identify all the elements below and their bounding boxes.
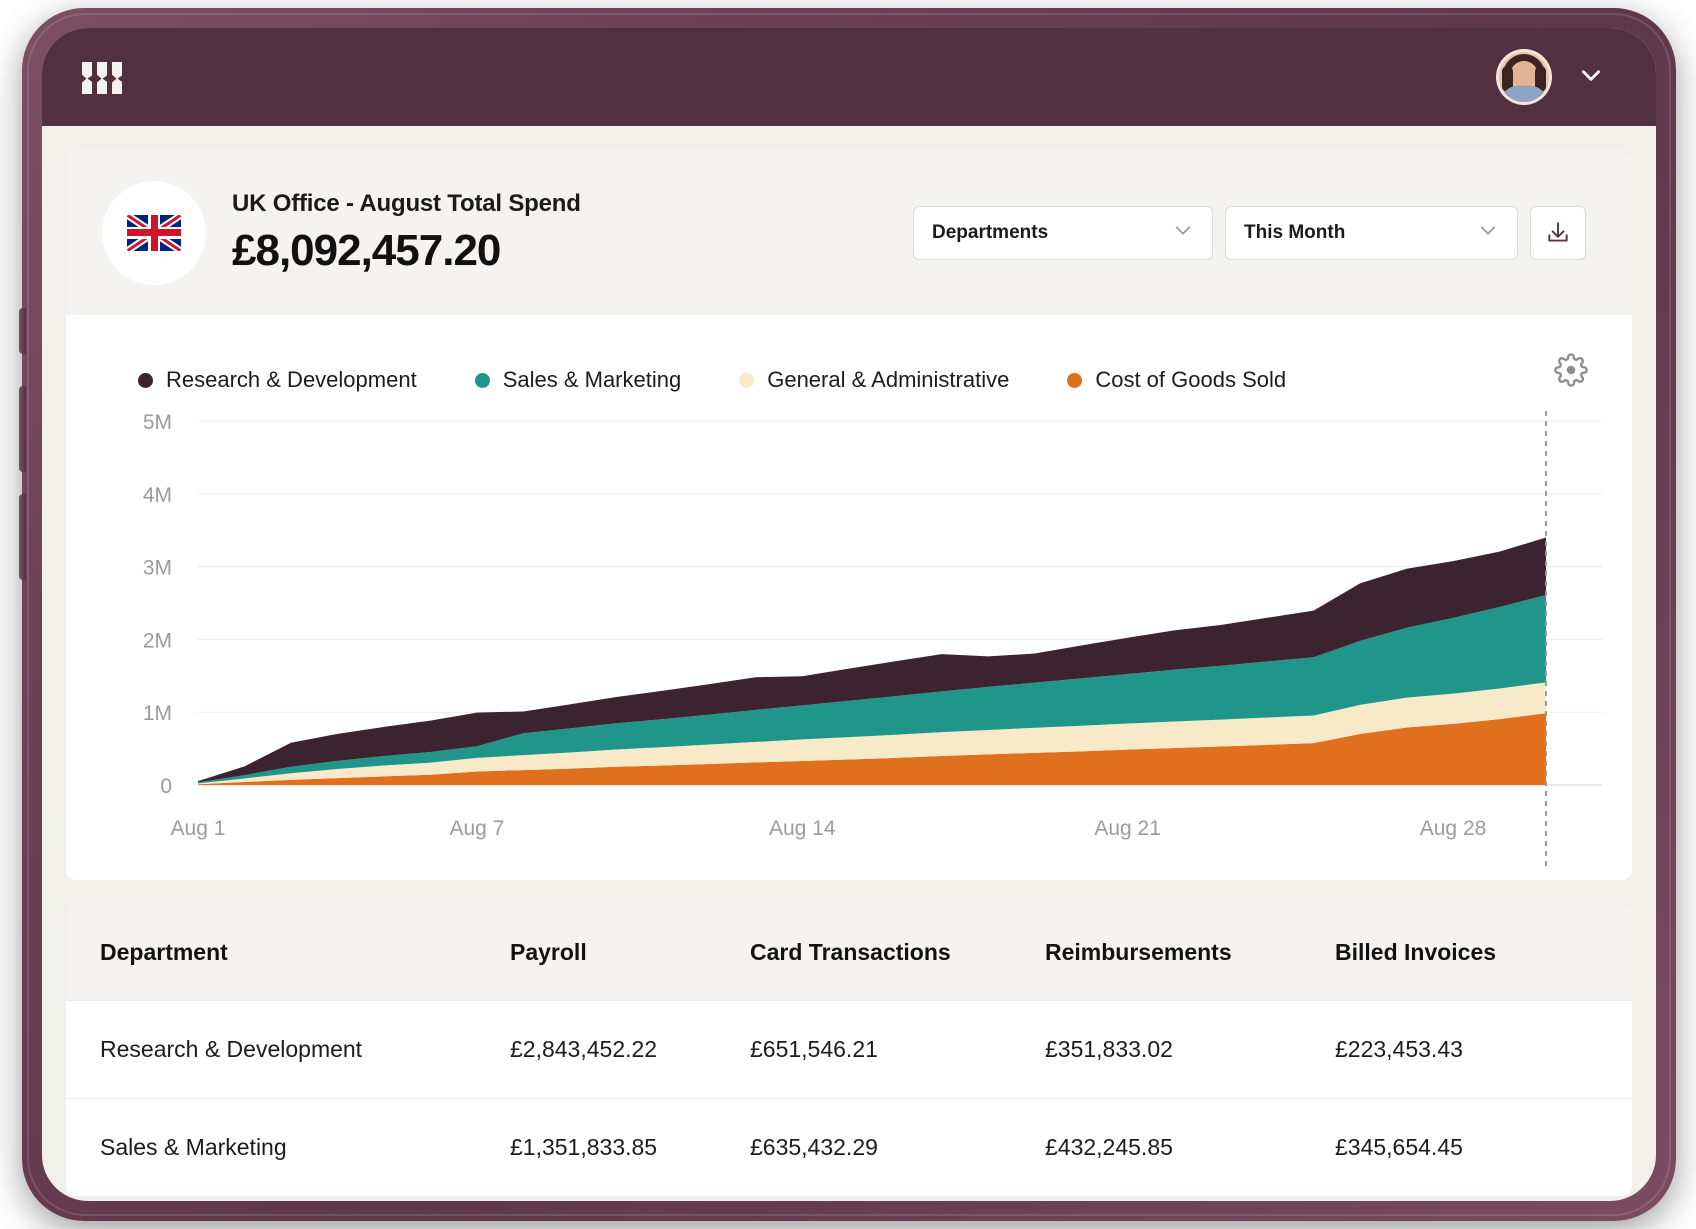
table-header-row: Department Payroll Card Transactions Rei…	[66, 904, 1632, 1000]
cell-payroll: £1,351,833.85	[510, 1134, 750, 1161]
total-spend-amount: £8,092,457.20	[232, 226, 581, 276]
legend-label: Cost of Goods Sold	[1095, 367, 1286, 393]
tablet-device-frame: UK Office - August Total Spend £8,092,45…	[22, 8, 1676, 1221]
y-axis-tick-label: 1M	[143, 702, 172, 725]
chevron-down-icon	[1172, 219, 1194, 247]
chart-legend: Research & Development Sales & Marketing…	[66, 315, 1632, 411]
x-axis-tick-label: Aug 28	[1420, 817, 1487, 840]
x-axis-tick-label: Aug 1	[171, 817, 226, 840]
brand-logo-icon[interactable]	[82, 60, 122, 94]
cell-department: Research & Development	[100, 1036, 510, 1063]
volume-up-button[interactable]	[19, 386, 26, 472]
y-axis-tick-label: 5M	[143, 411, 172, 434]
stacked-area-chart[interactable]: 0 1M 2M 3M 4M 5M Aug 1 Aug 7 Aug 14 Aug 21 Aug 28	[66, 411, 1632, 871]
y-axis-tick-label: 0	[160, 775, 172, 798]
legend-color-dot	[739, 373, 754, 388]
legend-item-cost-of-goods-sold[interactable]: Cost of Goods Sold	[1067, 367, 1286, 393]
volume-down-button[interactable]	[19, 494, 26, 580]
period-select[interactable]: This Month	[1225, 206, 1518, 260]
column-header-billed-invoices: Billed Invoices	[1335, 939, 1595, 966]
y-axis-tick-label: 3M	[143, 557, 172, 580]
period-select-value: This Month	[1244, 222, 1345, 244]
spend-chart-card: Research & Development Sales & Marketing…	[66, 315, 1632, 880]
main-content: UK Office - August Total Spend £8,092,45…	[42, 126, 1656, 1196]
cell-reimbursements: £432,245.85	[1045, 1134, 1335, 1161]
legend-label: Research & Development	[166, 367, 417, 393]
cell-card-transactions: £651,546.21	[750, 1036, 1045, 1063]
summary-text-group: UK Office - August Total Spend £8,092,45…	[232, 190, 581, 276]
x-axis-tick-label: Aug 14	[769, 817, 836, 840]
cell-payroll: £2,843,452.22	[510, 1036, 750, 1063]
page-title: UK Office - August Total Spend	[232, 190, 581, 218]
departments-select-value: Departments	[932, 222, 1048, 244]
chevron-down-icon	[1477, 219, 1499, 247]
spend-overview-card: UK Office - August Total Spend £8,092,45…	[66, 150, 1632, 880]
uk-flag-icon	[102, 181, 206, 285]
departments-select[interactable]: Departments	[913, 206, 1213, 260]
y-axis-tick-label: 4M	[143, 484, 172, 507]
download-button[interactable]	[1530, 206, 1586, 260]
legend-color-dot	[475, 373, 490, 388]
table-row[interactable]: Sales & Marketing £1,351,833.85 £635,432…	[66, 1098, 1632, 1196]
cell-department: Sales & Marketing	[100, 1134, 510, 1161]
legend-color-dot	[1067, 373, 1082, 388]
chevron-down-icon[interactable]	[1578, 62, 1604, 93]
legend-item-general-administrative[interactable]: General & Administrative	[739, 367, 1009, 393]
x-axis-tick-label: Aug 7	[449, 817, 504, 840]
column-header-reimbursements: Reimbursements	[1045, 939, 1335, 966]
device-screen-bezel: UK Office - August Total Spend £8,092,45…	[42, 28, 1656, 1201]
legend-item-sales-marketing[interactable]: Sales & Marketing	[475, 367, 682, 393]
table-row[interactable]: Research & Development £2,843,452.22 £65…	[66, 1000, 1632, 1098]
y-axis-tick-label: 2M	[143, 629, 172, 652]
cell-reimbursements: £351,833.02	[1045, 1036, 1335, 1063]
app-topbar	[42, 28, 1656, 126]
legend-item-research-development[interactable]: Research & Development	[138, 367, 417, 393]
legend-label: General & Administrative	[767, 367, 1009, 393]
summary-header: UK Office - August Total Spend £8,092,45…	[66, 150, 1632, 315]
cell-billed-invoices: £345,654.45	[1335, 1134, 1595, 1161]
topbar-account-area[interactable]	[1496, 49, 1604, 105]
chart-plot-area[interactable]: 0 1M 2M 3M 4M 5M Aug 1 Aug 7 Aug 14 Aug 21 Aug 28	[66, 411, 1632, 871]
gear-icon[interactable]	[1554, 353, 1588, 387]
summary-controls: Departments This Month	[913, 206, 1586, 260]
power-button[interactable]	[19, 308, 26, 354]
department-breakdown-table: Department Payroll Card Transactions Rei…	[66, 904, 1632, 1196]
column-header-card-transactions: Card Transactions	[750, 939, 1045, 966]
cell-card-transactions: £635,432.29	[750, 1134, 1045, 1161]
legend-label: Sales & Marketing	[503, 367, 682, 393]
cell-billed-invoices: £223,453.43	[1335, 1036, 1595, 1063]
x-axis-tick-label: Aug 21	[1094, 817, 1161, 840]
app-screen: UK Office - August Total Spend £8,092,45…	[42, 28, 1656, 1201]
avatar[interactable]	[1496, 49, 1552, 105]
column-header-payroll: Payroll	[510, 939, 750, 966]
legend-color-dot	[138, 373, 153, 388]
column-header-department: Department	[100, 939, 510, 966]
